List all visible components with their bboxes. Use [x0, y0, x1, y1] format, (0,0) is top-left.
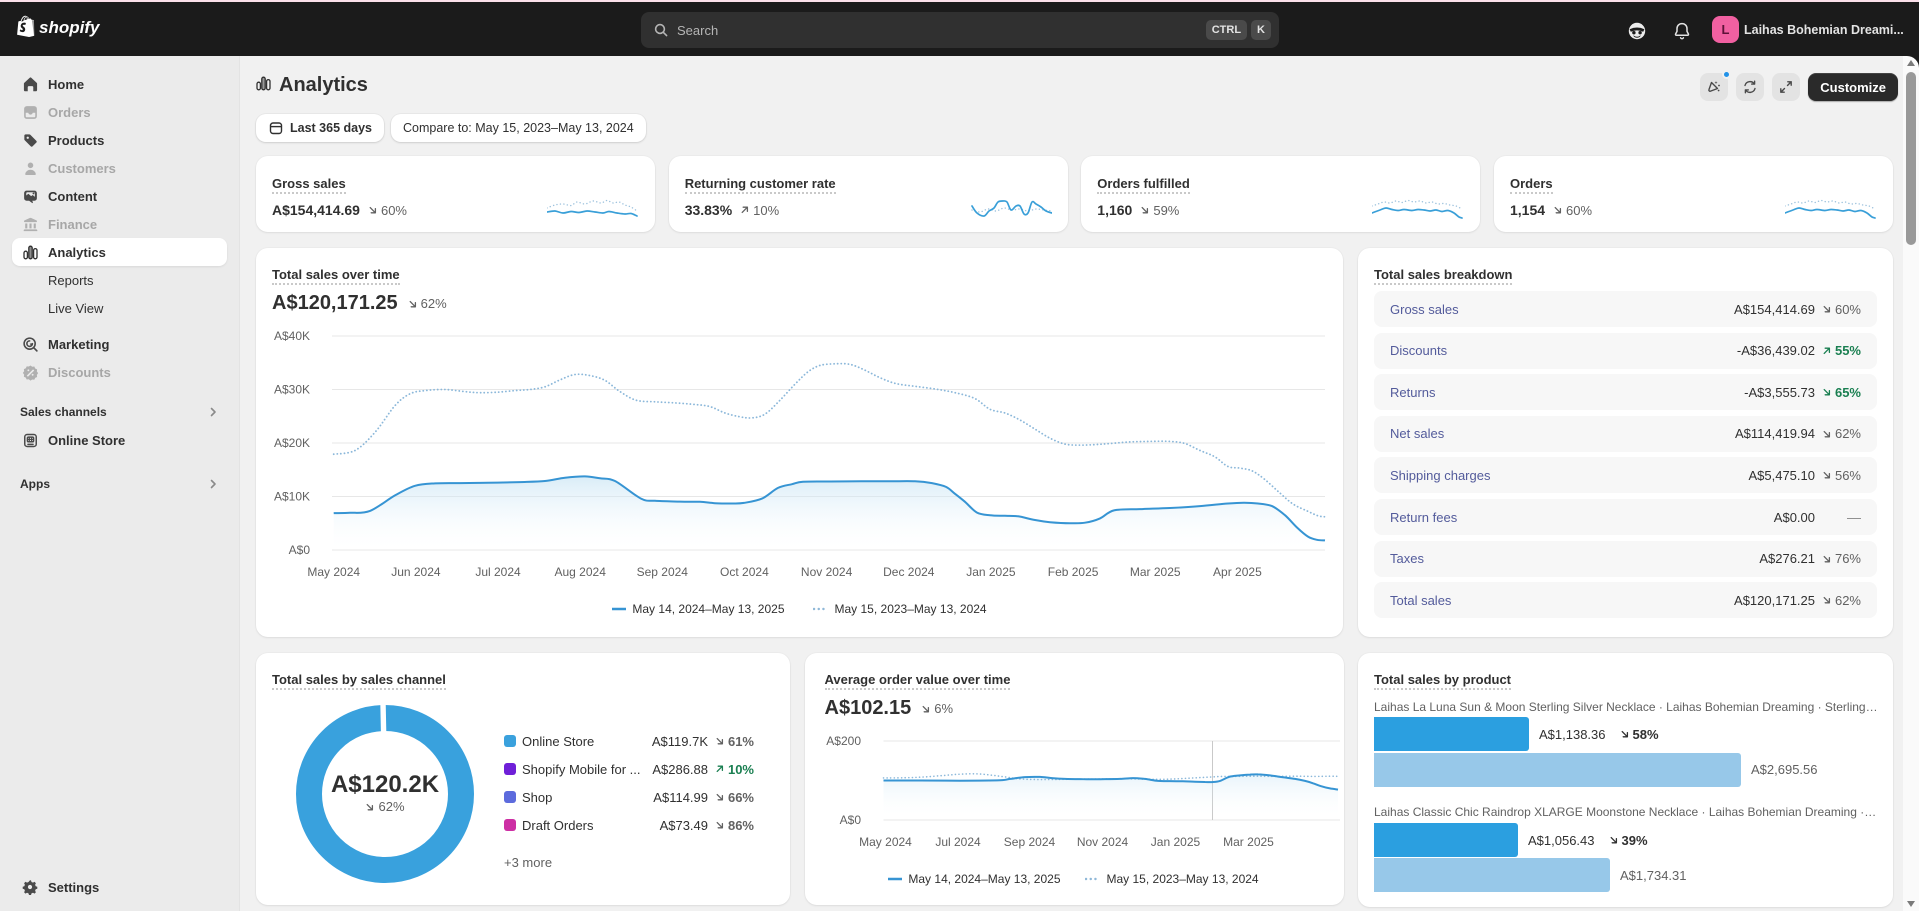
svg-text:Mar 2025: Mar 2025 [1130, 565, 1181, 579]
svg-text:Jul 2024: Jul 2024 [935, 835, 981, 849]
svg-text:May 2024: May 2024 [859, 835, 912, 849]
svg-text:Oct 2024: Oct 2024 [720, 565, 769, 579]
svg-text:Sep 2024: Sep 2024 [1003, 835, 1055, 849]
svg-text:Mar 2025: Mar 2025 [1223, 835, 1274, 849]
svg-text:A$0: A$0 [839, 813, 861, 827]
svg-text:Sep 2024: Sep 2024 [637, 565, 689, 579]
svg-text:May 2024: May 2024 [307, 565, 360, 579]
svg-text:A$0: A$0 [289, 543, 311, 557]
svg-text:A$10K: A$10K [274, 490, 310, 504]
svg-text:Jan 2025: Jan 2025 [966, 565, 1016, 579]
svg-text:Nov 2024: Nov 2024 [1076, 835, 1128, 849]
svg-text:A$200: A$200 [826, 734, 861, 748]
svg-text:A$20K: A$20K [274, 436, 310, 450]
svg-text:Dec 2024: Dec 2024 [883, 565, 935, 579]
svg-text:A$40K: A$40K [274, 329, 310, 343]
svg-text:Jun 2024: Jun 2024 [391, 565, 441, 579]
svg-text:Nov 2024: Nov 2024 [801, 565, 853, 579]
svg-text:Jan 2025: Jan 2025 [1150, 835, 1200, 849]
svg-text:Aug 2024: Aug 2024 [555, 565, 607, 579]
svg-text:A$30K: A$30K [274, 383, 310, 397]
svg-text:Jul 2024: Jul 2024 [475, 565, 521, 579]
svg-text:shopify: shopify [39, 18, 101, 37]
svg-text:Apr 2025: Apr 2025 [1213, 565, 1262, 579]
svg-text:Feb 2025: Feb 2025 [1048, 565, 1099, 579]
